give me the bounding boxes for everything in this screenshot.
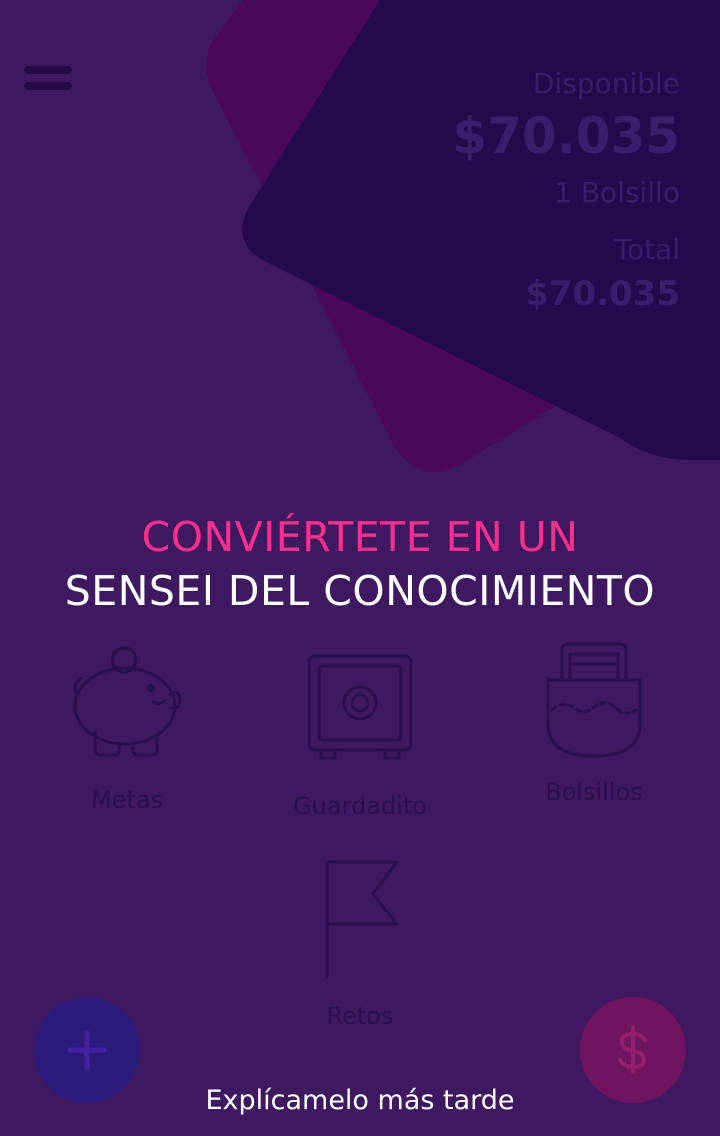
available-label: Disponible	[532, 67, 680, 100]
feature-savings-label: Guardadito	[293, 792, 427, 820]
feature-pockets[interactable]: Bolsillos	[494, 640, 694, 808]
menu-icon-bar-bottom	[24, 82, 72, 90]
pockets-count: 1 Bolsillo	[554, 176, 680, 209]
piggy-bank-icon	[73, 646, 182, 757]
headline-line-2: SENSEI DEL CONOCIMIENTO	[64, 567, 656, 615]
menu-button[interactable]	[24, 66, 72, 94]
headline-line-1: CONVIÉRTETE EN UN	[141, 513, 579, 561]
total-amount: $70.035	[525, 274, 680, 314]
feature-challenges-label: Retos	[326, 1002, 394, 1030]
safe-icon	[307, 654, 413, 760]
balance-summary: Disponible $70.035 1 Bolsillo Total $70.…	[452, 64, 680, 318]
explain-later-button[interactable]: Explícamelo más tarde	[0, 1082, 720, 1120]
menu-icon-bar-top	[24, 66, 72, 74]
feature-savings[interactable]: Guardadito	[260, 652, 460, 822]
onboarding-headline: CONVIÉRTETE EN UN SENSEI DEL CONOCIMIENT…	[0, 510, 720, 618]
available-amount: $70.035	[452, 107, 680, 165]
feature-goals-label: Metas	[90, 786, 164, 814]
feature-pockets-label: Bolsillos	[545, 778, 643, 806]
flag-icon	[325, 860, 399, 978]
dollar-icon	[618, 1026, 647, 1074]
plus-icon	[67, 1030, 107, 1070]
feature-challenges[interactable]: Retos	[260, 858, 460, 1032]
pocket-icon	[546, 642, 642, 758]
feature-goals[interactable]: Metas	[27, 642, 227, 816]
total-label: Total	[614, 233, 680, 266]
